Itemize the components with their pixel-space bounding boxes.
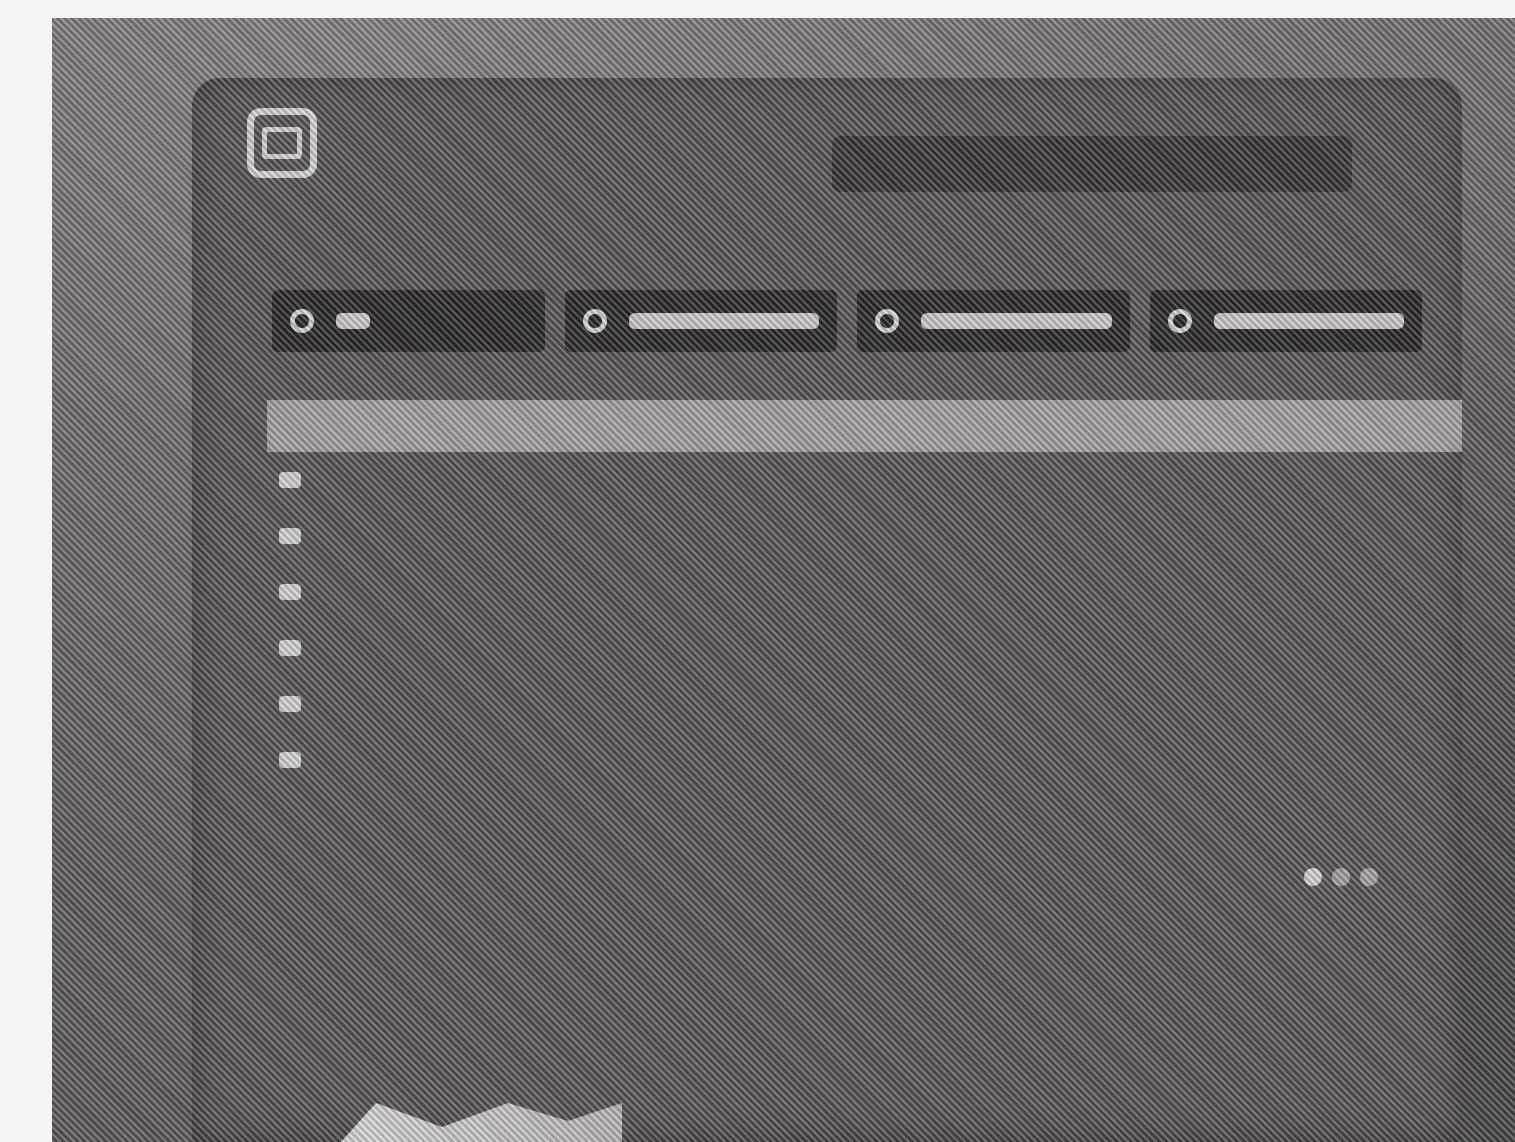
tv-icon <box>247 108 317 178</box>
tv-screen <box>192 78 1462 1142</box>
list-item[interactable] <box>267 620 1462 676</box>
bullet-icon <box>279 472 301 488</box>
page-dot <box>1332 868 1350 886</box>
tab-1[interactable] <box>272 290 545 352</box>
bullet-icon <box>279 528 301 544</box>
radio-dot-icon <box>290 309 314 333</box>
tab-label <box>628 313 819 329</box>
radio-dot-icon <box>875 309 899 333</box>
header-info-bar <box>832 136 1352 192</box>
tv-icon-screen <box>262 127 302 159</box>
tab-bar <box>272 290 1422 352</box>
page-indicator <box>1304 868 1378 886</box>
list-item[interactable] <box>267 676 1462 732</box>
list-item[interactable] <box>267 732 1462 788</box>
tab-label <box>1213 313 1404 329</box>
tab-3[interactable] <box>857 290 1130 352</box>
tab-label <box>336 313 370 329</box>
menu-list-header[interactable] <box>267 400 1462 452</box>
list-item[interactable] <box>267 452 1462 508</box>
bullet-icon <box>279 696 301 712</box>
radio-dot-icon <box>1167 309 1192 333</box>
bullet-icon <box>279 752 301 768</box>
menu-list <box>267 400 1462 788</box>
tab-label <box>921 313 1112 329</box>
page-dot-active <box>1304 868 1322 886</box>
app-header <box>192 88 1422 198</box>
tab-4[interactable] <box>1149 290 1422 352</box>
list-item[interactable] <box>267 564 1462 620</box>
radio-dot-icon <box>582 309 607 333</box>
page-dot <box>1360 868 1378 886</box>
list-item[interactable] <box>267 508 1462 564</box>
tv-photo-frame <box>52 18 1515 1142</box>
bullet-icon <box>279 640 301 656</box>
bullet-icon <box>279 584 301 600</box>
tab-2[interactable] <box>564 290 837 352</box>
